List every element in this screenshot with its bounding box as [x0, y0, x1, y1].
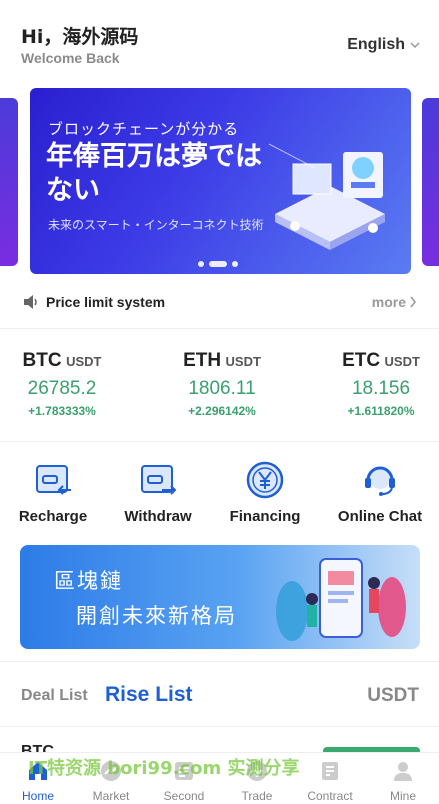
banner-next-peek[interactable] — [422, 98, 439, 266]
ticker-symbol: BTC — [22, 350, 62, 371]
promo-illustration-icon — [276, 558, 406, 641]
nav-label: Market — [92, 789, 130, 803]
language-label: English — [347, 36, 405, 53]
ticker-card[interactable]: ETH USDT 1806.11 +2.296142% — [157, 350, 287, 418]
trade-icon — [247, 761, 267, 781]
ticker-card[interactable]: BTC USDT 26785.2 +1.783333% — [0, 350, 127, 418]
carousel-dot[interactable] — [232, 261, 238, 267]
nav-market[interactable]: Market — [81, 759, 141, 803]
welcome-subtitle: Welcome Back — [21, 50, 120, 66]
ticker-change: +1.783333% — [28, 404, 96, 418]
ticker-change: +2.296142% — [188, 404, 256, 418]
greeting: Hi，海外源码 — [21, 26, 139, 48]
nav-trade[interactable]: Trade — [227, 759, 287, 803]
banner-headline: 年俸百万は夢ではない — [46, 141, 262, 206]
language-selector[interactable]: English — [347, 36, 421, 54]
ticker-price: 26785.2 — [27, 378, 97, 399]
divider — [0, 726, 439, 727]
quick-actions: Recharge Withdraw Financing Online Chat — [0, 460, 439, 532]
chevron-down-icon — [410, 42, 420, 49]
second-icon — [175, 762, 193, 780]
contract-icon — [322, 762, 338, 780]
ticker-symbol: ETH — [183, 350, 222, 371]
banner-prev-peek[interactable] — [0, 98, 18, 266]
nav-contract[interactable]: Contract — [300, 759, 360, 803]
user-icon — [394, 762, 412, 781]
list-tabs: Deal List Rise List USDT — [0, 673, 439, 721]
banner-carousel[interactable]: ブロックチェーンが分かる 年俸百万は夢ではない 未来のスマート・インターコネクト… — [0, 88, 439, 274]
chevron-right-icon — [410, 296, 417, 308]
nav-label: Second — [163, 789, 205, 803]
more-link[interactable]: more — [372, 294, 417, 310]
recharge-icon — [36, 465, 71, 495]
ticker-row: BTC USDT 26785.2 +1.783333% ETH USDT 180… — [0, 340, 439, 430]
ticker-price: 18.156 — [351, 378, 411, 399]
headset-icon — [365, 466, 395, 496]
ticker-symbol: ETC — [342, 350, 381, 371]
carousel-dot[interactable] — [198, 261, 204, 267]
withdraw-button[interactable]: Withdraw — [103, 460, 213, 525]
speaker-icon — [24, 295, 37, 309]
ticker-quote: USDT — [225, 354, 261, 369]
tab-rise-list[interactable]: Rise List — [105, 683, 193, 707]
ticker-price: 1806.11 — [188, 378, 256, 399]
ticker-quote: USDT — [384, 354, 420, 369]
banner-line-1: ブロックチェーンが分かる — [48, 120, 240, 138]
divider — [0, 328, 439, 329]
divider — [0, 441, 439, 442]
carousel-dot-active[interactable] — [209, 261, 227, 267]
divider — [0, 661, 439, 662]
ticker-change: +1.611820% — [347, 404, 415, 418]
market-icon — [101, 761, 121, 781]
nav-home[interactable]: Home — [8, 759, 68, 803]
ticker-quote: USDT — [66, 354, 102, 369]
financing-label: Financing — [229, 508, 301, 525]
notice-text: Price limit system — [46, 294, 166, 310]
notice-bar[interactable]: Price limit system more — [0, 283, 439, 321]
promo-line-1: 區塊鏈 — [54, 569, 123, 593]
quote-currency-label: USDT — [367, 685, 419, 706]
home-icon — [29, 762, 47, 780]
nav-label: Trade — [241, 789, 273, 803]
bottom-nav: Home Market Second Trade Contract Mine — [0, 752, 439, 804]
nav-label: Mine — [389, 789, 416, 803]
withdraw-label: Withdraw — [124, 508, 192, 525]
banner-line-3: 未来のスマート・インターコネクト技術 — [48, 218, 264, 232]
banner-slide[interactable]: ブロックチェーンが分かる 年俸百万は夢ではない 未来のスマート・インターコネクト… — [30, 88, 411, 274]
online-chat-label: Online Chat — [337, 508, 423, 525]
more-label: more — [371, 294, 406, 310]
promo-banner[interactable]: 區塊鏈 開創未來新格局 — [20, 545, 420, 649]
yen-coin-icon — [246, 461, 284, 499]
tab-deal-list[interactable]: Deal List — [21, 687, 88, 705]
withdraw-icon — [141, 465, 177, 495]
blockchain-illustration-icon — [268, 143, 385, 250]
promo-line-2: 開創未來新格局 — [76, 604, 237, 628]
nav-label: Contract — [307, 789, 353, 803]
online-chat-button[interactable]: Online Chat — [325, 460, 435, 525]
header: Hi，海外源码 Welcome Back English — [0, 0, 439, 80]
nav-second[interactable]: Second — [154, 759, 214, 803]
nav-mine[interactable]: Mine — [373, 759, 433, 803]
recharge-label: Recharge — [18, 508, 88, 525]
financing-button[interactable]: Financing — [210, 460, 320, 525]
ticker-card[interactable]: ETC USDT 18.156 +1.611820% — [316, 350, 439, 418]
nav-label: Home — [21, 789, 54, 803]
recharge-button[interactable]: Recharge — [0, 460, 108, 525]
carousel-dots — [198, 261, 238, 267]
